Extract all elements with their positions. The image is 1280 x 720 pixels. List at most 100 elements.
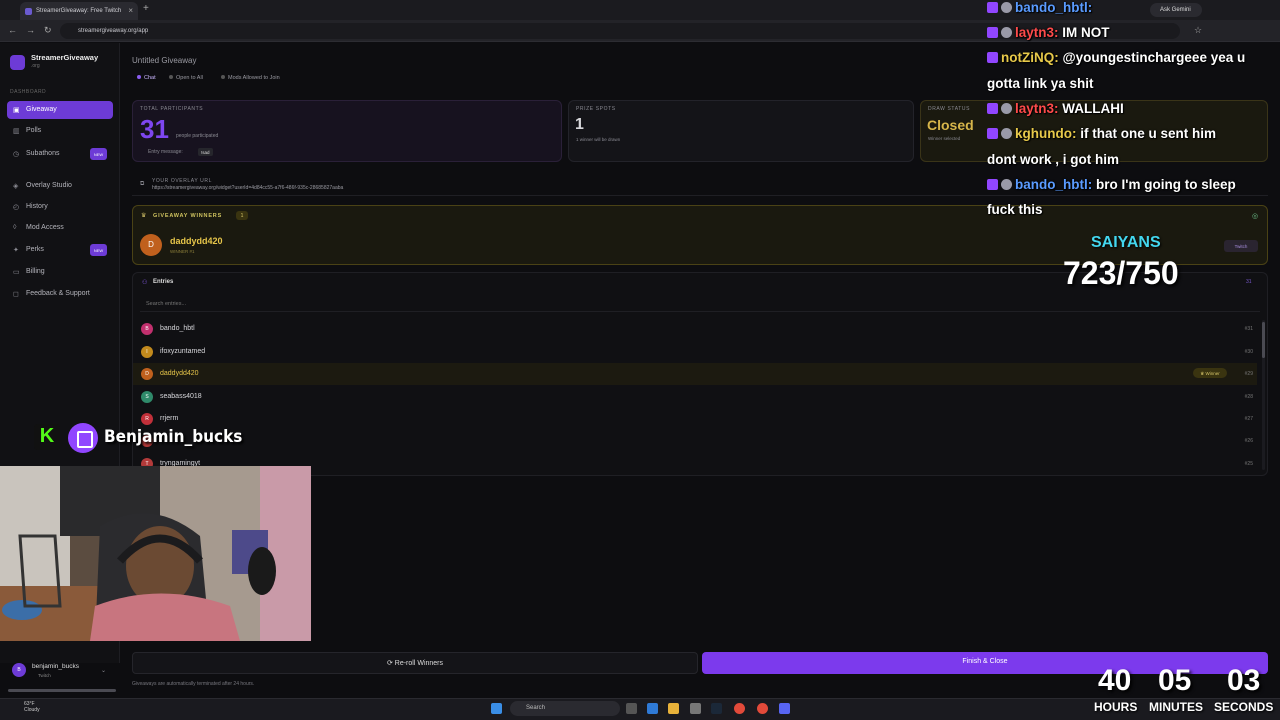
filter-chat[interactable]: Chat [137, 75, 156, 85]
sidebar-item-history[interactable]: ◴ History [7, 198, 113, 216]
timer-hours: 40 [1098, 664, 1132, 697]
filter-mods-allowed[interactable]: Mods Allowed to Join [221, 75, 280, 85]
chat-message-continued: fuck this [987, 202, 1043, 217]
ask-gemini-button[interactable]: Ask Gemini [1150, 3, 1202, 17]
sidebar-item-overlay-studio[interactable]: ◈ Overlay Studio [7, 177, 113, 195]
entry-avatar: D [141, 368, 153, 380]
sidebar-section-label: DASHBOARD [10, 89, 47, 95]
overlay-url-label: YOUR OVERLAY URL [152, 178, 212, 184]
tab-title: StreamerGiveaway: Free Twitch [36, 8, 122, 14]
weather-widget[interactable]: 63°F Cloudy [24, 701, 40, 713]
poll-icon: ▥ [13, 128, 20, 135]
entry-number: #29 [1244, 371, 1253, 377]
back-icon[interactable]: ← [8, 25, 17, 35]
sidebar-item-polls[interactable]: ▥ Polls [7, 122, 113, 140]
task-view-icon[interactable] [626, 703, 637, 714]
chat-badge-icon [1001, 179, 1012, 190]
timer-minutes-label: MINUTES [1149, 700, 1203, 714]
twitch-badge-icon [987, 27, 998, 38]
winner-badge: ♛ Winner [1193, 368, 1227, 378]
winner-avatar: D [140, 234, 162, 256]
entry-row[interactable]: Iifoxyzuntamed #30 [133, 341, 1257, 363]
twitch-badge-icon [987, 179, 998, 190]
chat-badge-icon [1001, 2, 1012, 13]
discord-icon[interactable] [779, 703, 790, 714]
gift-icon: ▣ [13, 107, 20, 114]
entry-row[interactable]: Sseabass4018 #28 [133, 386, 1257, 408]
forward-icon[interactable]: → [26, 25, 35, 35]
chat-message: bando_hbtl: [987, 0, 1092, 15]
os-taskbar [0, 698, 1280, 720]
draw-status-value: Closed [927, 117, 974, 133]
windows-start-icon[interactable] [491, 703, 502, 714]
reroll-winners-button[interactable]: ⟳ Re-roll Winners [132, 652, 698, 674]
chat-badge-icon [1001, 128, 1012, 139]
shield-icon: ◊ [13, 224, 17, 231]
taskbar-search[interactable]: Search [510, 701, 620, 716]
sidebar-scrollbar[interactable] [8, 689, 116, 692]
prize-spots-card [568, 100, 914, 162]
new-badge: NEW [90, 148, 107, 160]
sidebar-item-perks[interactable]: ✦ Perks NEW [7, 241, 113, 259]
entry-avatar: I [141, 346, 153, 358]
browser-tab[interactable]: StreamerGiveaway: Free Twitch × [20, 2, 138, 20]
filter-open-to-all[interactable]: Open to All [169, 75, 203, 85]
history-icon: ◴ [13, 204, 20, 211]
entry-row[interactable]: Rrrjerm #27 [133, 408, 1257, 430]
status-dot-icon [137, 75, 141, 79]
chat-badge-icon [1001, 27, 1012, 38]
settings-gear-icon[interactable] [690, 703, 701, 714]
entry-number: #27 [1244, 416, 1253, 422]
close-tab-icon[interactable]: × [128, 6, 133, 15]
star-icon: ✦ [13, 247, 19, 254]
entries-scroll-thumb[interactable] [1262, 322, 1265, 358]
sub-goal-label: SAIYANS [1091, 234, 1161, 251]
draw-status-caption: Winner selected [928, 136, 961, 141]
twitch-badge-icon [987, 103, 998, 114]
sidebar-item-giveaway[interactable]: ▣ Giveaway [7, 101, 113, 119]
link-icon: ⧉ [140, 181, 145, 187]
entry-avatar: S [141, 391, 153, 403]
bookmark-star-icon[interactable]: ☆ [1194, 25, 1202, 36]
timer-seconds-label: SECONDS [1214, 700, 1274, 714]
winner-platform-badge[interactable]: Twitch [1224, 240, 1258, 252]
chrome-icon[interactable] [757, 703, 768, 714]
entry-row-winner[interactable]: Ddaddydd420 ♛ Winner #29 [133, 363, 1257, 385]
sub-goal-value: 723/750 [1063, 255, 1179, 291]
check-circle-icon: ◎ [1252, 213, 1259, 220]
entry-message-label: Entry message: [148, 149, 183, 155]
edge-icon[interactable] [647, 703, 658, 714]
timer-minutes: 05 [1158, 664, 1192, 697]
trophy-icon: ♛ [141, 213, 147, 219]
user-name[interactable]: benjamin_bucks [32, 663, 79, 670]
sidebar-item-subathons[interactable]: ◷ Subathons NEW [7, 145, 113, 163]
webcam-image [0, 466, 311, 641]
participants-caption: people participated [176, 133, 219, 139]
sidebar-item-billing[interactable]: ▭ Billing [7, 263, 113, 281]
brand-logo-icon [10, 55, 25, 70]
entry-row[interactable]: Bbando_hbtl #31 [133, 318, 1257, 340]
new-badge: NEW [90, 244, 107, 256]
chat-message: kghundo: if that one u sent him [987, 126, 1216, 141]
prize-spots-caption: 1 winner will be drawn [576, 137, 621, 142]
chevron-down-icon[interactable]: ⌄ [101, 667, 106, 674]
entry-name: bando_hbtl [160, 325, 195, 332]
entry-name: daddydd420 [160, 370, 199, 377]
entries-search-input[interactable]: Search entries... [140, 296, 1260, 312]
sidebar-item-feedback[interactable]: ◻ Feedback & Support [7, 285, 113, 303]
status-dot-icon [221, 75, 225, 79]
steam-icon[interactable] [711, 703, 722, 714]
new-tab-icon[interactable]: + [143, 3, 149, 14]
prize-spots-label: PRIZE SPOTS [576, 106, 616, 112]
auto-terminate-note: Giveaways are automatically terminated a… [132, 681, 255, 687]
entry-row[interactable]: #26 [133, 430, 1257, 452]
overlay-url[interactable]: https://streamergiveaway.org/widget?user… [152, 185, 343, 191]
user-avatar[interactable]: B [12, 663, 26, 677]
sidebar-item-mod-access[interactable]: ◊ Mod Access [7, 219, 113, 237]
reload-icon[interactable]: ↻ [44, 25, 52, 36]
twitch-badge-icon [987, 2, 998, 13]
chat-message-continued: dont work , i got him [987, 152, 1119, 167]
file-explorer-icon[interactable] [668, 703, 679, 714]
winner-rank: WINNER #1 [170, 249, 195, 254]
chrome-icon[interactable] [734, 703, 745, 714]
